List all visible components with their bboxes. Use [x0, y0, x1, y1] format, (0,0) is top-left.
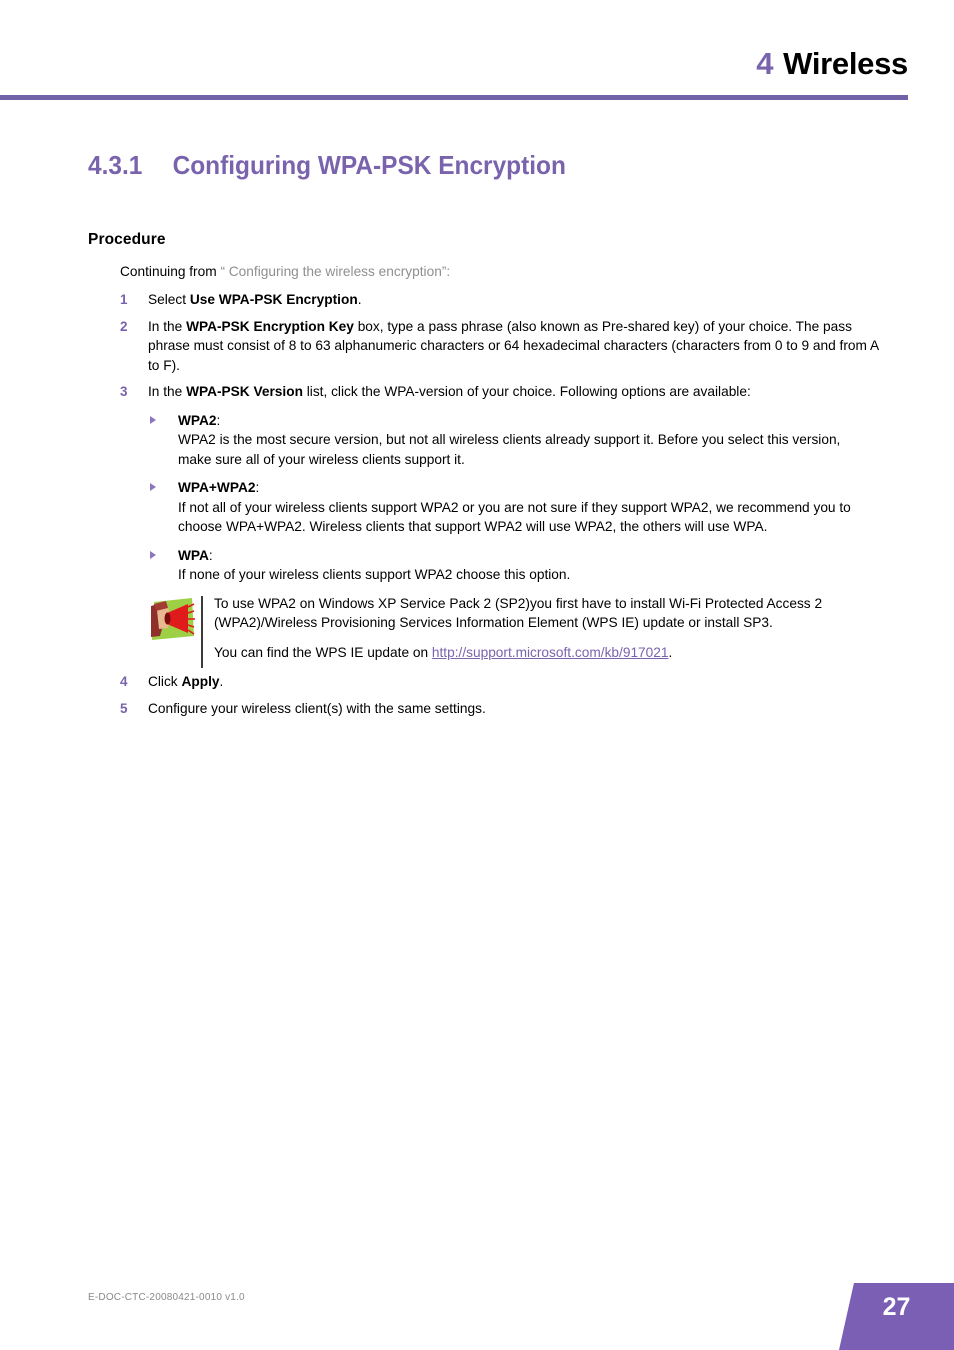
option-separator: : — [216, 412, 221, 428]
step-text: In the — [148, 318, 187, 334]
page-header: 4 Wireless — [0, 0, 908, 82]
note-callout: To use WPA2 on Windows XP Service Pack 2… — [148, 594, 908, 668]
step-text: In the — [148, 384, 187, 399]
section-title: Configuring WPA-PSK Encryption — [172, 150, 566, 180]
procedure-intro-crossreference: “ Configuring the wireless encryption”: — [220, 264, 451, 279]
wpa-version-options: WPA2: WPA2 is the most secure version, bu… — [148, 411, 954, 585]
triangle-bullet-icon — [150, 550, 156, 559]
page-number-tab: 27 — [839, 1283, 954, 1350]
triangle-bullet-icon — [150, 483, 156, 491]
note-link-tail: . — [668, 644, 673, 660]
wps-ie-update-link[interactable]: http://support.microsoft.com/kb/917021 — [432, 645, 669, 660]
procedure-step: 1 Select Use WPA-PSK Encryption. — [120, 290, 880, 310]
step-emphasis: Use WPA-PSK Encryption — [189, 292, 358, 307]
step-text: Click — [148, 674, 182, 689]
section-number: 4.3.1 — [88, 150, 143, 180]
step-number: 4 — [120, 674, 128, 689]
step-emphasis: WPA-PSK Version — [186, 384, 303, 399]
wpa-version-option: WPA: If none of your wireless clients sup… — [148, 546, 860, 585]
option-separator: : — [255, 480, 260, 495]
step-text: list, click the WPA-version of your choi… — [302, 384, 751, 399]
step-text: Select — [148, 292, 190, 307]
step-number: 3 — [120, 384, 128, 399]
step-number: 5 — [120, 700, 128, 716]
procedure-step: 5 Configure your wireless client(s) with … — [120, 699, 880, 719]
header-rule-divider — [0, 95, 908, 100]
procedure-step: 2 In the WPA-PSK Encryption Key box, type… — [120, 317, 880, 376]
step-number: 1 — [120, 292, 128, 307]
note-divider — [201, 595, 203, 668]
header-chapter-name: Wireless — [783, 46, 908, 81]
step-text: . — [219, 674, 224, 689]
procedure-body: Continuing from “ Configuring the wirele… — [0, 262, 954, 725]
note-link-lead: You can find the WPS IE update on — [214, 644, 432, 660]
note-paragraph: To use WPA2 on Windows XP Service Pack 2… — [214, 595, 823, 631]
wpa-version-option: WPA+WPA2: If not all of your wireless cli… — [148, 478, 860, 537]
step-text: Configure your wireless client(s) with t… — [148, 700, 486, 716]
step-number: 2 — [120, 318, 128, 334]
footer-document-code: E-DOC-CTC-20080421-0010 v1.0 — [88, 1292, 245, 1303]
procedure-step: 3 In the WPA-PSK Version list, click the … — [120, 382, 880, 402]
header-title: 4 Wireless — [0, 0, 908, 82]
option-name: WPA — [178, 547, 209, 563]
option-name: WPA+WPA2 — [178, 480, 256, 495]
option-name: WPA2 — [178, 412, 217, 428]
section-heading: 4.3.1 Configuring WPA-PSK Encryption — [88, 150, 566, 181]
procedure-intro-lead: Continuing from — [120, 264, 217, 279]
option-description: If none of your wireless clients support… — [178, 567, 571, 582]
procedure-step: 4 Click Apply. — [120, 672, 880, 692]
step-emphasis: Apply — [181, 674, 220, 689]
announcement-megaphone-icon — [148, 596, 196, 644]
step-text: . — [357, 292, 362, 307]
header-chapter-number: 4 — [756, 46, 774, 81]
procedure-intro: Continuing from “ Configuring the wirele… — [120, 262, 954, 282]
option-description: WPA2 is the most secure version, but not… — [178, 432, 841, 467]
option-description: If not all of your wireless clients supp… — [178, 499, 851, 535]
wpa-version-option: WPA2: WPA2 is the most secure version, bu… — [148, 411, 860, 470]
triangle-bullet-icon — [150, 415, 156, 424]
procedure-steps: 1 Select Use WPA-PSK Encryption. 2 In the W… — [0, 290, 954, 718]
note-paragraph: You can find the WPS IE update on http:/… — [214, 643, 908, 663]
page-number: 27 — [882, 1293, 911, 1321]
procedure-label: Procedure — [88, 231, 166, 248]
option-separator: : — [208, 547, 213, 563]
step-emphasis: WPA-PSK Encryption Key — [186, 318, 354, 334]
